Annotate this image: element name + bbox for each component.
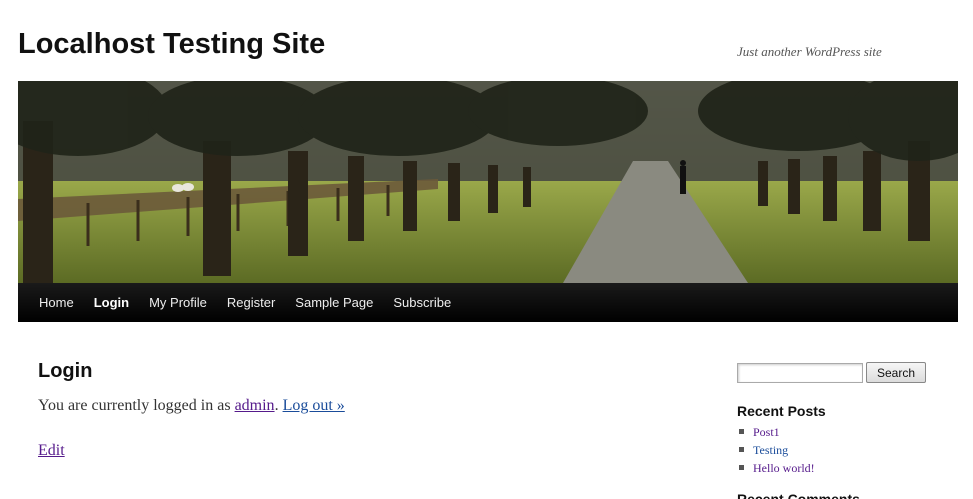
main-navigation: Home Login My Profile Register Sample Pa… [18,283,958,322]
status-separator: . [274,397,283,414]
recent-posts-title: Recent Posts [737,403,826,419]
main-content: Login You are currently logged in as adm… [38,360,678,460]
logout-link[interactable]: Log out » [283,397,345,414]
recent-posts-list: Post1 Testing Hello world! [737,423,937,477]
search-button[interactable]: Search [866,362,926,383]
recent-comments-title: Recent Comments [737,491,860,499]
list-item: Testing [737,441,937,459]
nav-item-sample-page[interactable]: Sample Page [285,283,383,323]
search-input[interactable] [737,362,863,383]
site-description: Just another WordPress site [737,44,882,59]
recent-post-link[interactable]: Post1 [753,425,780,439]
nav-item-login[interactable]: Login [84,283,139,323]
header-image [18,81,958,283]
nav-item-home[interactable]: Home [29,283,84,323]
login-status-text: You are currently logged in as admin. Lo… [38,397,678,415]
page-title: Login [38,360,93,382]
sidebar: Search Recent Posts Post1 Testing Hello … [737,362,937,499]
nav-item-my-profile[interactable]: My Profile [139,283,217,323]
search-form: Search [737,362,937,383]
nav-item-subscribe[interactable]: Subscribe [383,283,461,323]
nav-menu: Home Login My Profile Register Sample Pa… [18,283,958,323]
list-item: Post1 [737,423,937,441]
recent-post-link[interactable]: Testing [753,443,788,457]
list-item: Hello world! [737,459,937,477]
edit-link[interactable]: Edit [38,442,65,460]
username-link[interactable]: admin [235,397,275,414]
logged-in-prefix: You are currently logged in as [38,397,235,414]
header-image-graphic [18,81,958,283]
nav-item-register[interactable]: Register [217,283,285,323]
recent-post-link[interactable]: Hello world! [753,461,815,475]
site-title[interactable]: Localhost Testing Site [18,28,325,61]
